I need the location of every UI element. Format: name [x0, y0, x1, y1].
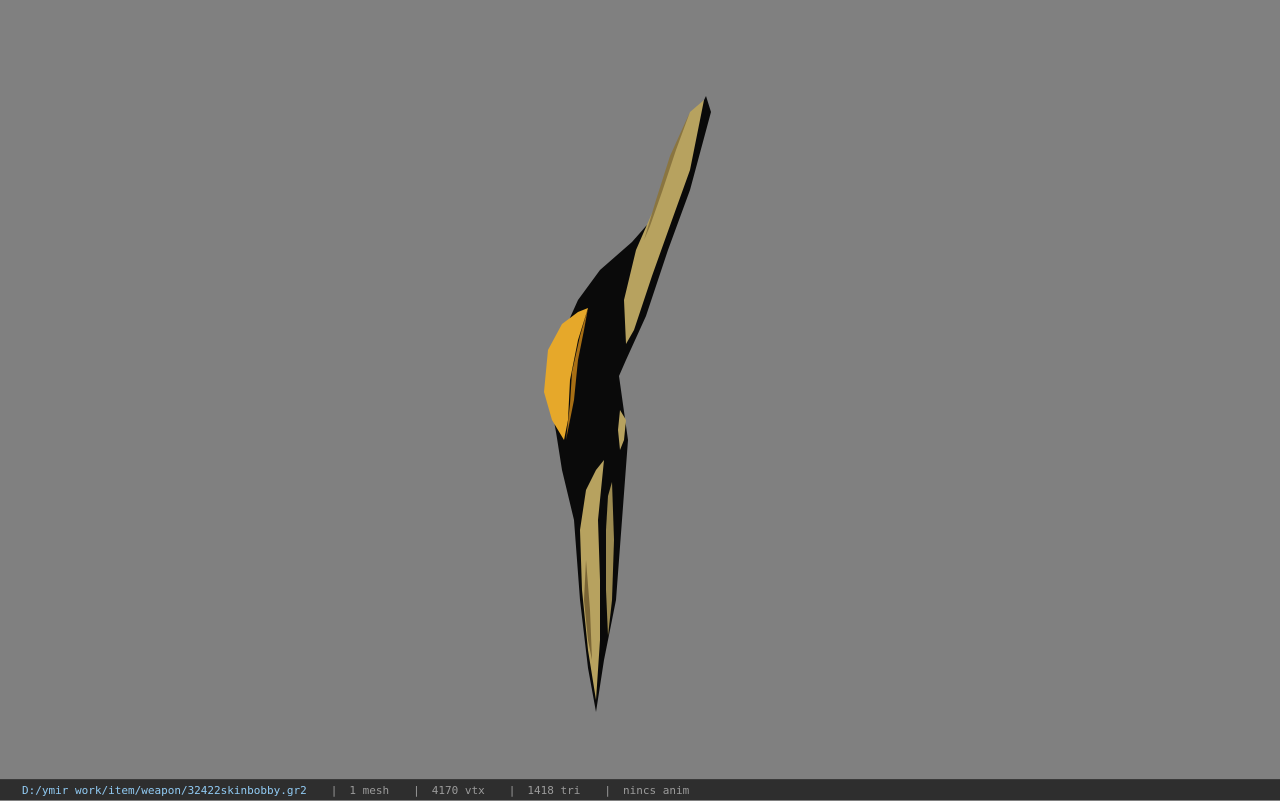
status-separator: |: [508, 783, 516, 797]
mesh-count-label: 1 mesh: [349, 783, 390, 797]
weapon-model-body: [550, 96, 711, 712]
model-render: [544, 96, 711, 712]
status-separator: |: [413, 783, 420, 797]
anim-status-label: nincs anim: [623, 783, 690, 797]
triangle-count-label: 1418 tri: [527, 783, 581, 797]
file-path-label: D:/ymir work/item/weapon/32422skinbobby.…: [22, 783, 307, 797]
weapon-model-upper-blade: [624, 100, 704, 344]
status-bar: D:/ymir work/item/weapon/32422skinbobby.…: [0, 779, 1280, 800]
vertex-count-label: 4170 vtx: [431, 783, 485, 797]
3d-viewport[interactable]: [0, 0, 1280, 779]
status-separator: |: [604, 783, 611, 797]
status-separator: |: [330, 783, 338, 797]
